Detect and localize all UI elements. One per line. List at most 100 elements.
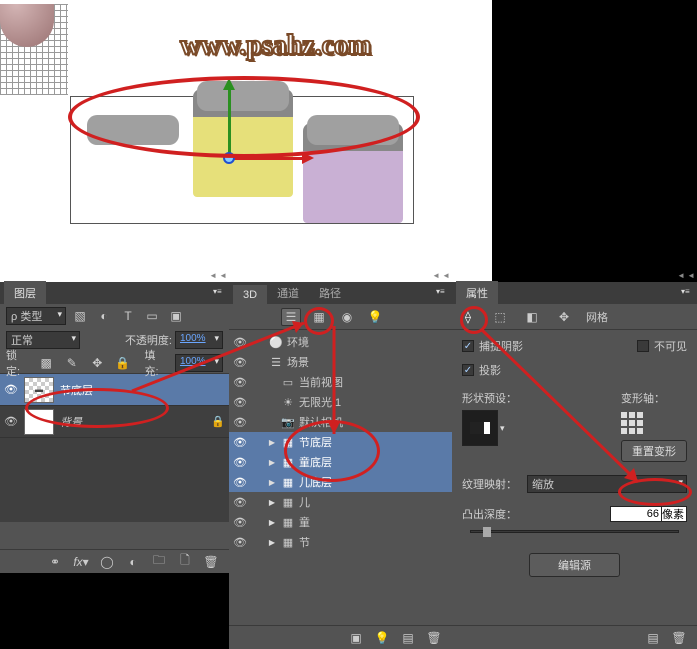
filter-adjust-icon[interactable]: ◐ — [94, 307, 114, 325]
tree-toggle-icon[interactable]: ▶ — [267, 478, 277, 487]
tree-row[interactable]: 👁☰场景 — [229, 352, 452, 372]
visibility-eye-icon[interactable]: 👁 — [233, 496, 247, 509]
extrude-depth-input[interactable] — [610, 506, 662, 522]
filter-mesh-icon[interactable]: ▦ — [309, 308, 329, 326]
tree-row[interactable]: 👁▶▦儿底层 — [229, 472, 452, 492]
visibility-eye-icon[interactable]: 👁 — [233, 356, 247, 369]
3d-bounding-box[interactable] — [70, 96, 414, 224]
axis-y-handle[interactable] — [228, 82, 231, 160]
deform-properties-icon[interactable]: ⬚ — [490, 308, 510, 326]
texture-map-select[interactable]: 缩放 — [527, 475, 687, 493]
delete-icon[interactable]: 🗑 — [669, 629, 689, 647]
tree-view-icon: ▭ — [281, 376, 295, 389]
edit-source-button[interactable]: 编辑源 — [529, 553, 620, 577]
axis-z-handle[interactable] — [223, 152, 235, 164]
render-icon[interactable]: ▤ — [643, 629, 663, 647]
layer-row[interactable]: 👁 ▬ 节底层 — [0, 374, 229, 406]
filter-pixel-icon[interactable]: ▧ — [70, 307, 90, 325]
add-adjustment-icon[interactable]: ◐ — [123, 553, 143, 571]
link-layers-icon[interactable]: ⚭ — [45, 553, 65, 571]
layer-fx-icon[interactable]: fx▾ — [71, 553, 91, 571]
panel-collapse-icon[interactable]: ◄◄ — [209, 271, 229, 280]
tree-row[interactable]: 👁▶▦节 — [229, 532, 452, 552]
render-icon[interactable]: ▤ — [398, 629, 418, 647]
layer-list-empty — [0, 438, 229, 522]
properties-panel: ◄◄ 属性 ⟠ ⬚ ◧ ✥ 网格 ✓捕捉阴影 不可见 ✓投影 形状预设： — [452, 282, 697, 649]
catch-shadow-checkbox[interactable]: ✓捕捉阴影 — [462, 338, 523, 354]
cap-properties-icon[interactable]: ◧ — [522, 308, 542, 326]
visibility-eye-icon[interactable]: 👁 — [233, 476, 247, 489]
filter-type-icon[interactable]: T — [118, 307, 138, 325]
tab-properties[interactable]: 属性 — [456, 281, 498, 304]
3d-footer: ▣ 💡 ▤ 🗑 — [229, 625, 452, 649]
tree-row[interactable]: 👁▶▦节底层 — [229, 432, 452, 452]
filter-whole-scene-icon[interactable]: ☰ — [281, 308, 301, 326]
tree-toggle-icon[interactable]: ▶ — [267, 538, 277, 547]
layer-thumbnail[interactable] — [24, 409, 54, 435]
tree-toggle-icon[interactable]: ▶ — [267, 498, 277, 507]
deform-axis-grid[interactable] — [621, 412, 687, 434]
shape-preset-swatch[interactable] — [462, 410, 498, 446]
visibility-eye-icon[interactable]: 👁 — [233, 376, 247, 389]
tree-row[interactable]: 👁☀无限光 1 — [229, 392, 452, 412]
tree-row[interactable]: 👁▶▦童 — [229, 512, 452, 532]
panel-collapse-icon[interactable]: ◄◄ — [432, 271, 452, 280]
tab-layers[interactable]: 图层 — [4, 281, 46, 304]
visibility-eye-icon[interactable]: 👁 — [233, 516, 247, 529]
reset-deform-button[interactable]: 重置变形 — [621, 440, 687, 462]
visibility-eye-icon[interactable]: 👁 — [4, 415, 18, 428]
tab-3d[interactable]: 3D — [233, 285, 267, 304]
visibility-eye-icon[interactable]: 👁 — [233, 396, 247, 409]
panel-menu-button[interactable] — [681, 285, 695, 299]
filter-type-select[interactable]: ρ 类型 — [6, 307, 66, 325]
tree-row[interactable]: 👁▭当前视图 — [229, 372, 452, 392]
new-group-icon[interactable]: 🗀 — [149, 553, 169, 571]
document-canvas[interactable]: www.psahz.com — [0, 0, 492, 282]
lock-all-icon[interactable]: 🔒 — [113, 354, 133, 372]
tree-toggle-icon[interactable]: ▶ — [267, 518, 277, 527]
layer-thumbnail[interactable]: ▬ — [24, 377, 54, 403]
blend-mode-select[interactable]: 正常 — [6, 331, 80, 349]
filter-material-icon[interactable]: ◉ — [337, 308, 357, 326]
lock-row: 锁定: ▩ ✎ ✥ 🔒 填充: 100% — [0, 352, 229, 374]
panel-menu-button[interactable] — [436, 285, 450, 299]
tab-channels[interactable]: 通道 — [267, 281, 309, 304]
tree-row[interactable]: 👁📷默认相机 — [229, 412, 452, 432]
visibility-eye-icon[interactable]: 👁 — [233, 536, 247, 549]
cast-shadow-checkbox[interactable]: ✓投影 — [462, 362, 501, 378]
new-light-icon[interactable]: 💡 — [372, 629, 392, 647]
tree-row[interactable]: 👁▶▦儿 — [229, 492, 452, 512]
lock-transparent-icon[interactable]: ▩ — [36, 354, 56, 372]
tree-toggle-icon[interactable]: ▶ — [267, 458, 277, 467]
filter-light-icon[interactable]: 💡 — [365, 308, 385, 326]
delete-layer-icon[interactable]: 🗑 — [201, 553, 221, 571]
delete-3d-icon[interactable]: 🗑 — [424, 629, 444, 647]
tree-row[interactable]: 👁▶▦童底层 — [229, 452, 452, 472]
extrude-slider[interactable] — [470, 530, 679, 533]
invisible-checkbox[interactable]: 不可见 — [637, 338, 687, 354]
filter-shape-icon[interactable]: ▭ — [142, 307, 162, 325]
visibility-eye-icon[interactable]: 👁 — [233, 436, 247, 449]
panel-menu-button[interactable] — [213, 285, 227, 299]
new-layer-icon[interactable]: 🗋 — [175, 553, 195, 571]
opacity-select[interactable]: 100% — [175, 331, 223, 349]
filter-smart-icon[interactable]: ▣ — [166, 307, 186, 325]
visibility-eye-icon[interactable]: 👁 — [233, 416, 247, 429]
preset-dropdown-icon[interactable]: ▾ — [500, 423, 505, 434]
axis-x-handle[interactable] — [230, 157, 310, 160]
tree-row[interactable]: 👁⚪环境 — [229, 332, 452, 352]
tree-toggle-icon[interactable]: ▶ — [267, 438, 277, 447]
lock-position-icon[interactable]: ✥ — [87, 354, 107, 372]
visibility-eye-icon[interactable]: 👁 — [4, 383, 18, 396]
3d-toggle-icon[interactable]: ▣ — [346, 629, 366, 647]
mesh-properties-icon[interactable]: ⟠ — [458, 308, 478, 326]
tab-paths[interactable]: 路径 — [309, 281, 351, 304]
visibility-eye-icon[interactable]: 👁 — [233, 336, 247, 349]
fill-select[interactable]: 100% — [175, 354, 223, 372]
panel-collapse-icon[interactable]: ◄◄ — [677, 271, 697, 280]
coord-properties-icon[interactable]: ✥ — [554, 308, 574, 326]
layer-row[interactable]: 👁 背景 🔒 — [0, 406, 229, 438]
visibility-eye-icon[interactable]: 👁 — [233, 456, 247, 469]
lock-paint-icon[interactable]: ✎ — [62, 354, 82, 372]
add-mask-icon[interactable]: ◯ — [97, 553, 117, 571]
